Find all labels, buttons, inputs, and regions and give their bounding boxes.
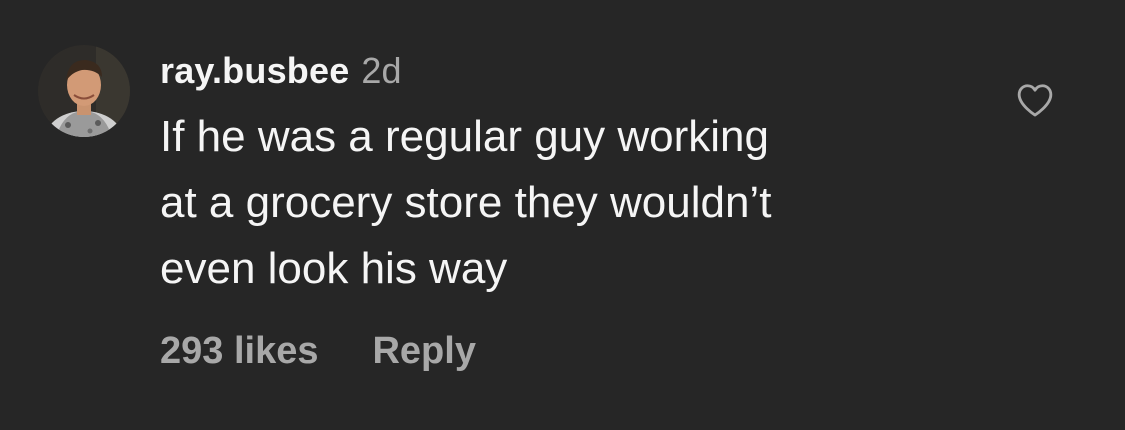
likes-count[interactable]: 293 likes — [160, 330, 318, 373]
comment-actions: 293 likes Reply — [160, 330, 476, 373]
timestamp: 2d — [361, 50, 402, 91]
avatar-photo — [38, 45, 130, 137]
username-link[interactable]: ray.busbee — [160, 50, 349, 92]
comment-item: ray.busbee 2d If he was a regular guy wo… — [0, 0, 1125, 430]
comment-text-line: even look his way — [160, 244, 508, 293]
like-button[interactable] — [1016, 82, 1054, 118]
comment-text-line: at a grocery store they wouldn’t — [160, 178, 772, 227]
comment-meta: ray.busbee 2d — [160, 50, 980, 98]
avatar[interactable] — [38, 45, 130, 137]
heart-outline-icon — [1017, 84, 1053, 117]
reply-button[interactable]: Reply — [372, 330, 475, 373]
comment-text: If he was a regular guy working at a gro… — [160, 104, 940, 302]
comment-body: ray.busbee 2d If he was a regular guy wo… — [160, 50, 980, 302]
comment-text-line: If he was a regular guy working — [160, 112, 769, 161]
